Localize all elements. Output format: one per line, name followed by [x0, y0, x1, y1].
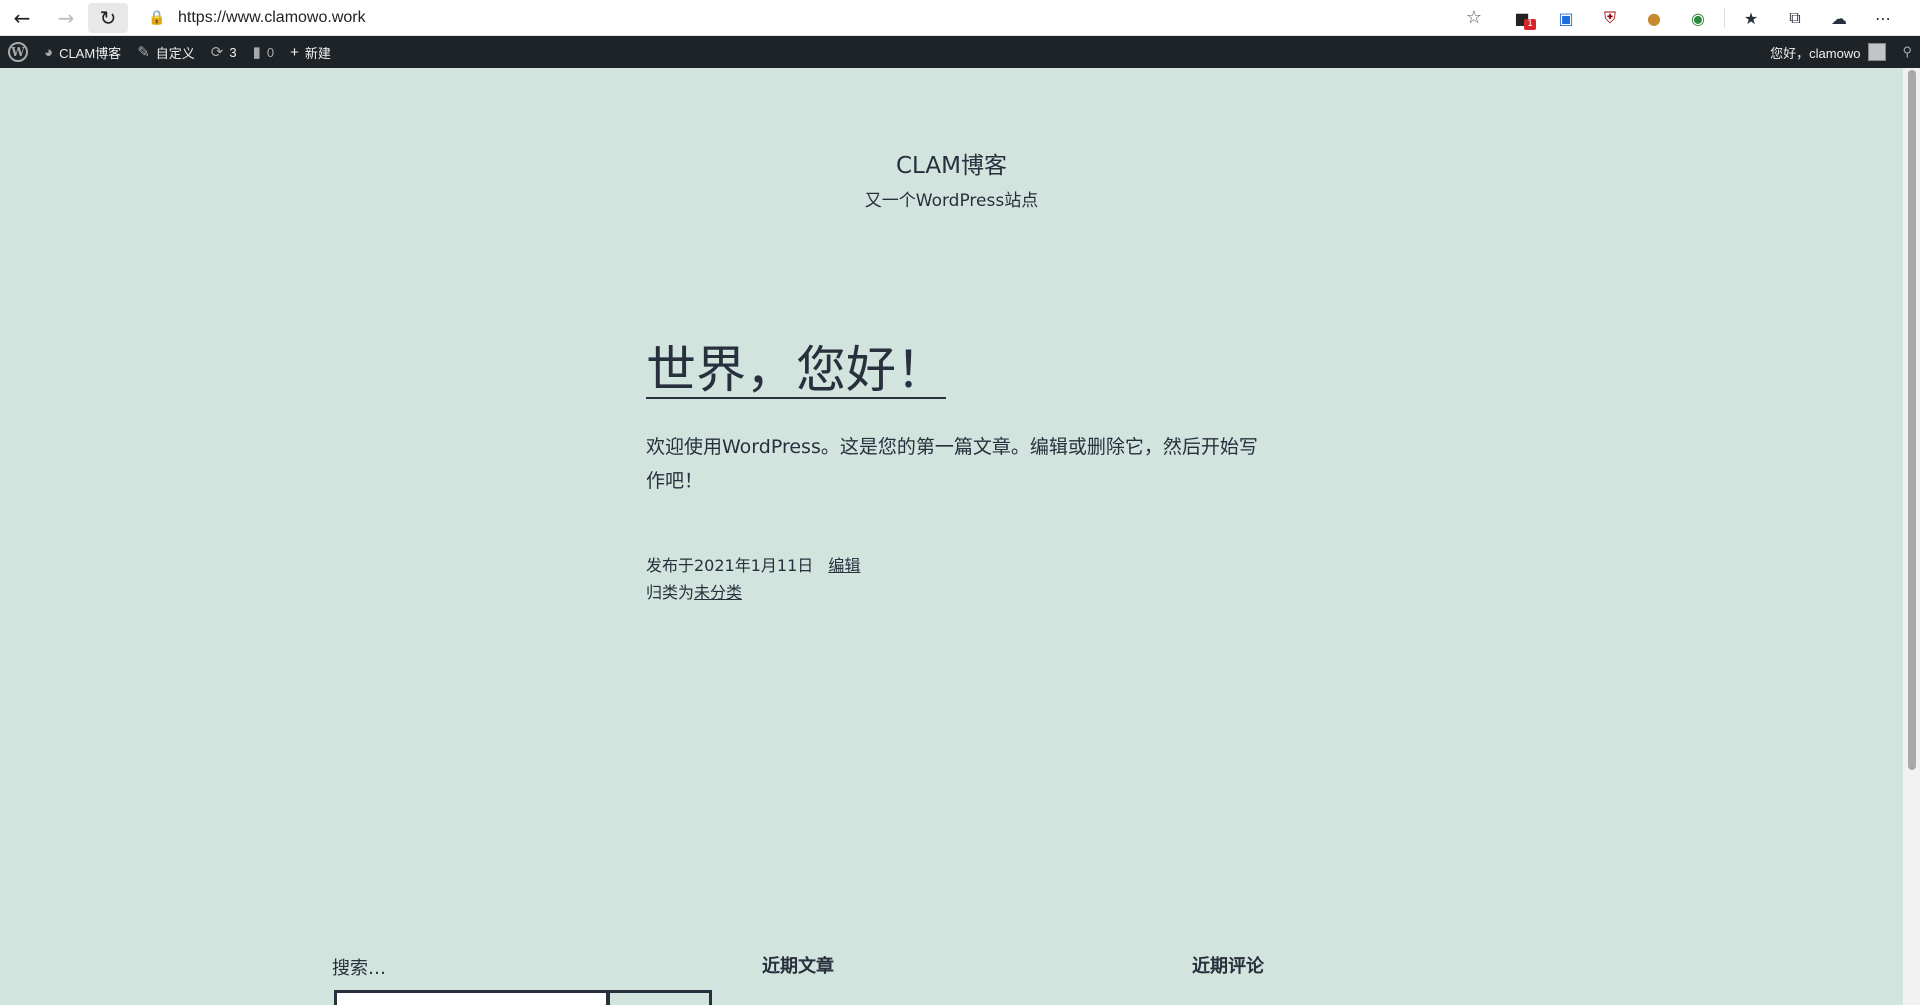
updates-link[interactable]: ⟳ 3 [203, 36, 245, 68]
favorite-star-icon[interactable]: ☆ [1466, 7, 1482, 28]
my-account-menu[interactable]: 您好，clamowo [1762, 36, 1894, 68]
wp-logo-menu[interactable]: W [0, 36, 36, 68]
extension-5-button[interactable]: ◉ [1676, 0, 1720, 36]
back-button[interactable]: ← [0, 0, 44, 36]
reload-button[interactable]: ↻ [88, 2, 128, 33]
post-category-row: 归类为未分类 [646, 579, 1266, 606]
cookie-icon: ● [1647, 8, 1661, 28]
collections-button[interactable]: ⧉ [1773, 0, 1817, 36]
arrow-right-icon: → [57, 5, 75, 30]
category-prefix: 归类为 [646, 583, 695, 602]
search-widget-label: 搜索… [332, 958, 386, 979]
post-date-row: 发布于2021年1月11日 编辑 [646, 552, 1266, 579]
search-icon: ⚲ [1902, 44, 1912, 59]
comments-count: 0 [266, 44, 275, 60]
admin-bar-right: 您好，clamowo ⚲ [1762, 36, 1920, 68]
more-menu-button[interactable]: ⋯ [1861, 0, 1905, 36]
extension-badge: 1 [1524, 19, 1536, 30]
more-dots-icon: ⋯ [1875, 8, 1891, 28]
ublock-button[interactable]: ⛨ [1588, 0, 1632, 36]
lock-icon: 🔒 [148, 10, 166, 26]
brush-icon: ✎ [137, 44, 150, 61]
plus-icon: + [290, 43, 299, 61]
toolbar-divider [1724, 8, 1725, 28]
extension-2-button[interactable]: ▣ [1544, 0, 1588, 36]
wordpress-logo-icon: W [8, 42, 28, 62]
post-published-date: 发布于2021年1月11日 [646, 556, 814, 575]
post-title-link[interactable]: 世界，您好！ [646, 330, 966, 402]
page-scrollbar[interactable] [1903, 68, 1920, 1005]
cookie-button[interactable]: ● [1632, 0, 1676, 36]
comment-icon: ▮ [252, 44, 261, 61]
comments-link[interactable]: ▮ 0 [245, 36, 283, 68]
site-header: CLAM博客 又一个WordPress站点 [0, 146, 1903, 211]
extensions-area: ■ 1 ▣ ⛨ ● ◉ ★ ⧉ ☁ ⋯ [1500, 0, 1905, 36]
new-content-menu[interactable]: + 新建 [282, 36, 339, 68]
avatar [1868, 43, 1887, 61]
new-label: 新建 [304, 45, 331, 61]
forward-button[interactable]: → [44, 0, 88, 36]
search-input[interactable] [334, 990, 609, 1005]
extension-1-button[interactable]: ■ 1 [1500, 0, 1544, 36]
post-meta: 发布于2021年1月11日 编辑 归类为未分类 [646, 552, 1266, 606]
favorites-button[interactable]: ★ [1729, 0, 1773, 36]
category-link[interactable]: 未分类 [694, 583, 742, 602]
customize-label: 自定义 [155, 45, 195, 61]
favorites-list-icon: ★ [1743, 8, 1759, 28]
updates-icon: ⟳ [210, 44, 224, 61]
wp-admin-bar: W ◕ CLAM博客 ✎ 自定义 ⟳ 3 ▮ 0 + 新建 您好，clamowo ⚲ [0, 36, 1920, 68]
site-name-label: CLAM博客 [59, 45, 122, 61]
profile-icon: ☁ [1831, 8, 1847, 28]
updates-count: 3 [229, 44, 237, 60]
globe-icon: ◉ [1691, 8, 1705, 28]
post-body: 欢迎使用WordPress。这是您的第一篇文章。编辑或删除它，然后开始写作吧！ [646, 436, 1258, 492]
browser-toolbar: ← → ↻ 🔒 https://www.clamowo.work ☆ ■ 1 ▣ … [0, 0, 1920, 36]
extension-2-icon: ▣ [1558, 8, 1574, 28]
edit-post-link[interactable]: 编辑 [828, 556, 860, 575]
admin-search-button[interactable]: ⚲ [1894, 36, 1920, 68]
url-text[interactable]: https://www.clamowo.work [178, 9, 366, 27]
site-description: 又一个WordPress站点 [864, 191, 1039, 211]
greeting-label: 您好，clamowo [1770, 45, 1861, 61]
profile-button[interactable]: ☁ [1817, 0, 1861, 36]
dashboard-icon: ◕ [44, 43, 54, 61]
site-title[interactable]: CLAM博客 [0, 146, 1903, 180]
search-submit-button[interactable] [607, 990, 712, 1005]
recent-comments-heading: 近期评论 [1192, 956, 1264, 977]
collections-icon: ⧉ [1789, 8, 1801, 27]
customize-link[interactable]: ✎ 自定义 [129, 36, 203, 68]
arrow-left-icon: ← [13, 5, 31, 30]
address-bar[interactable]: 🔒 https://www.clamowo.work ☆ [144, 3, 1494, 33]
post-article: 世界，您好！ 欢迎使用WordPress。这是您的第一篇文章。编辑或删除它，然后… [646, 330, 1266, 606]
reload-icon: ↻ [99, 5, 117, 30]
scrollbar-thumb[interactable] [1908, 70, 1916, 770]
site-name-menu[interactable]: ◕ CLAM博客 [36, 36, 129, 68]
shield-icon: ⛨ [1603, 8, 1616, 27]
recent-posts-heading: 近期文章 [762, 956, 834, 977]
